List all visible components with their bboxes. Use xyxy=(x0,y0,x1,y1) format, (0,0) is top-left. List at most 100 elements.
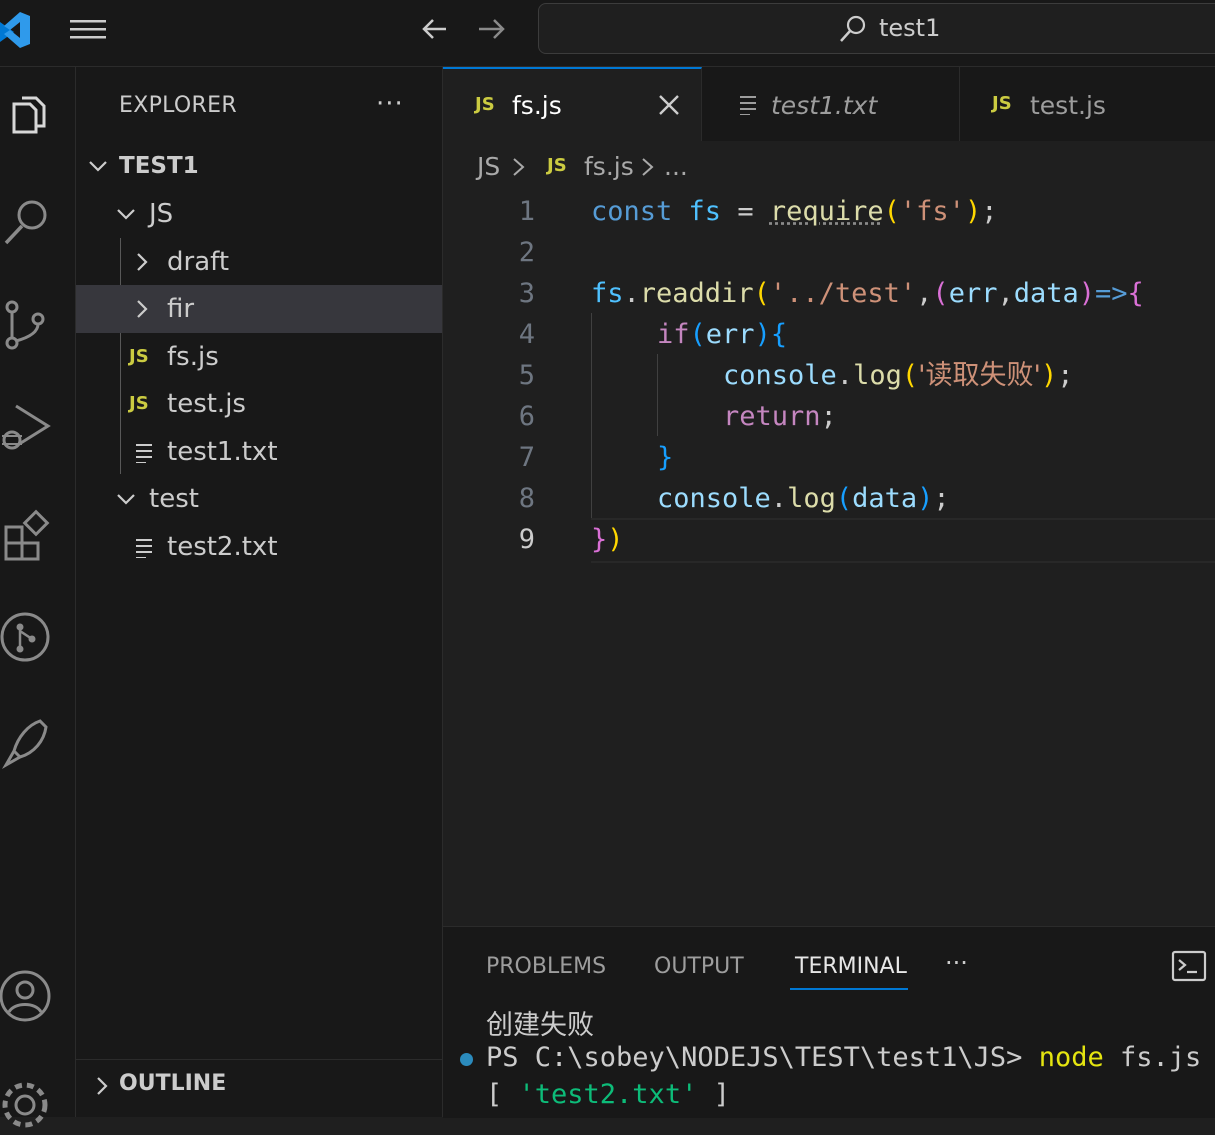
tree-file-test-js[interactable]: JS test.js xyxy=(76,380,442,428)
tree-file-test1-txt[interactable]: test1.txt xyxy=(76,428,442,476)
breadcrumb: JS JS fs.js ... xyxy=(443,141,1215,191)
breadcrumb-file[interactable]: fs.js xyxy=(584,152,634,181)
current-line-highlight xyxy=(591,518,1215,563)
tab-fs-js[interactable]: JS fs.js xyxy=(443,67,702,141)
tree-folder-js[interactable]: JS xyxy=(76,190,442,238)
close-icon[interactable] xyxy=(657,93,681,117)
chevron-down-icon xyxy=(86,154,110,178)
command-center-search[interactable]: test1 xyxy=(538,3,1215,54)
tree-folder-label: test xyxy=(149,484,199,514)
code-line-9: }) xyxy=(591,519,624,560)
source-control-icon[interactable] xyxy=(0,289,75,359)
chevron-right-icon xyxy=(511,156,527,178)
search-icon[interactable] xyxy=(0,185,75,255)
js-file-icon: JS xyxy=(547,155,567,176)
tree-file-label: fs.js xyxy=(167,342,219,372)
tab-test1-txt[interactable]: test1.txt xyxy=(702,67,960,141)
panel-more-button[interactable]: ··· xyxy=(945,949,968,977)
chevron-right-icon xyxy=(130,250,154,274)
tab-label: test1.txt xyxy=(771,91,877,120)
chevron-down-icon xyxy=(114,202,138,226)
code-line-3: fs.readdir('../test',(err,data)=>{ xyxy=(591,273,1144,314)
tree-file-label: test1.txt xyxy=(167,437,278,467)
account-icon[interactable] xyxy=(0,962,75,1032)
indent-guide xyxy=(657,354,658,436)
line-number: 6 xyxy=(443,396,535,437)
arrow-right-icon[interactable] xyxy=(475,12,509,46)
text-file-icon xyxy=(136,538,154,558)
command-status-dot xyxy=(460,1053,473,1066)
terminal-output-line: [ 'test2.txt' ] xyxy=(486,1079,730,1110)
terminal-icon[interactable] xyxy=(1171,950,1207,982)
outline-label: OUTLINE xyxy=(119,1071,226,1096)
indent-guide xyxy=(591,313,592,518)
explorer-more-button[interactable]: ··· xyxy=(376,89,404,119)
explorer-title: EXPLORER xyxy=(119,93,237,118)
js-file-icon: JS xyxy=(475,94,495,115)
terminal-command-line: PS C:\sobey\NODEJS\TEST\test1\JS> node f… xyxy=(486,1042,1201,1073)
tree-folder-label: JS xyxy=(149,199,173,229)
tab-terminal[interactable]: TERMINAL xyxy=(795,954,907,979)
bottom-panel: PROBLEMS OUTPUT TERMINAL ··· 创建失败 PS C:\… xyxy=(443,926,1215,1118)
breadcrumb-more[interactable]: ... xyxy=(664,152,688,181)
extensions-icon[interactable] xyxy=(0,499,75,569)
chevron-right-icon xyxy=(130,297,154,321)
tree-folder-label: fir xyxy=(167,294,194,324)
tree-folder-test[interactable]: test xyxy=(76,475,442,523)
hamburger-menu-icon[interactable] xyxy=(68,14,110,44)
tab-label: fs.js xyxy=(512,91,562,120)
terminal-output-line: 创建失败 xyxy=(486,1003,594,1042)
settings-gear-icon[interactable] xyxy=(0,1065,75,1135)
outline-section[interactable]: OUTLINE xyxy=(76,1059,442,1110)
tree-root-label: TEST1 xyxy=(119,153,199,179)
tab-problems[interactable]: PROBLEMS xyxy=(486,954,606,979)
active-tab-indicator xyxy=(790,988,908,990)
code-line-1: const fs = require('fs'); xyxy=(591,191,997,232)
tree-folder-fir[interactable]: fir xyxy=(76,285,442,333)
code-line-4: if(err){ xyxy=(657,314,787,355)
js-file-icon: JS xyxy=(992,93,1012,114)
tree-folder-label: draft xyxy=(167,247,229,277)
js-file-icon: JS xyxy=(129,346,149,367)
chevron-right-icon xyxy=(90,1074,114,1098)
tab-test-js[interactable]: JS test.js xyxy=(960,67,1215,141)
line-number: 8 xyxy=(443,478,535,519)
chevron-down-icon xyxy=(114,487,138,511)
editor-tab-bar: JS fs.js test1.txt JS test.js xyxy=(443,67,1215,141)
tree-file-fs-js[interactable]: JS fs.js xyxy=(76,333,442,381)
code-line-6: return; xyxy=(723,396,837,437)
tree-file-label: test.js xyxy=(167,389,246,419)
activity-bar xyxy=(0,67,76,1117)
title-bar: test1 xyxy=(0,0,1215,67)
code-line-7: } xyxy=(657,437,673,478)
code-editor[interactable]: 1 2 3 4 5 6 7 8 9 const fs = require('fs… xyxy=(443,191,1215,926)
text-file-icon xyxy=(740,95,758,115)
line-number: 2 xyxy=(443,232,535,273)
chevron-right-icon xyxy=(640,156,656,178)
tab-label: test.js xyxy=(1030,91,1106,120)
tab-output[interactable]: OUTPUT xyxy=(654,954,744,979)
vscode-logo xyxy=(0,10,34,50)
line-number: 4 xyxy=(443,314,535,355)
arrow-left-icon[interactable] xyxy=(418,12,452,46)
tree-folder-draft[interactable]: draft xyxy=(76,238,442,286)
line-number: 7 xyxy=(443,437,535,478)
code-line-5: console.log('读取失败'); xyxy=(723,355,1074,396)
tree-file-label: test2.txt xyxy=(167,532,278,562)
run-debug-icon[interactable] xyxy=(0,392,75,462)
line-number: 1 xyxy=(443,191,535,232)
explorer-icon[interactable] xyxy=(0,82,75,152)
text-file-icon xyxy=(136,443,154,463)
rocket-icon[interactable] xyxy=(0,707,75,777)
tree-root-test1[interactable]: TEST1 xyxy=(76,142,442,190)
js-file-icon: JS xyxy=(129,393,149,414)
breadcrumb-folder[interactable]: JS xyxy=(477,152,500,181)
search-icon xyxy=(838,14,868,44)
git-graph-icon[interactable] xyxy=(0,603,75,673)
tree-file-test2-txt[interactable]: test2.txt xyxy=(76,523,442,571)
explorer-sidebar: EXPLORER ··· TEST1 JS draft fir JS fs.js… xyxy=(76,67,443,1117)
command-center-text: test1 xyxy=(879,14,940,42)
code-line-8: console.log(data); xyxy=(657,478,950,519)
line-number: 9 xyxy=(443,519,535,560)
line-number: 3 xyxy=(443,273,535,314)
